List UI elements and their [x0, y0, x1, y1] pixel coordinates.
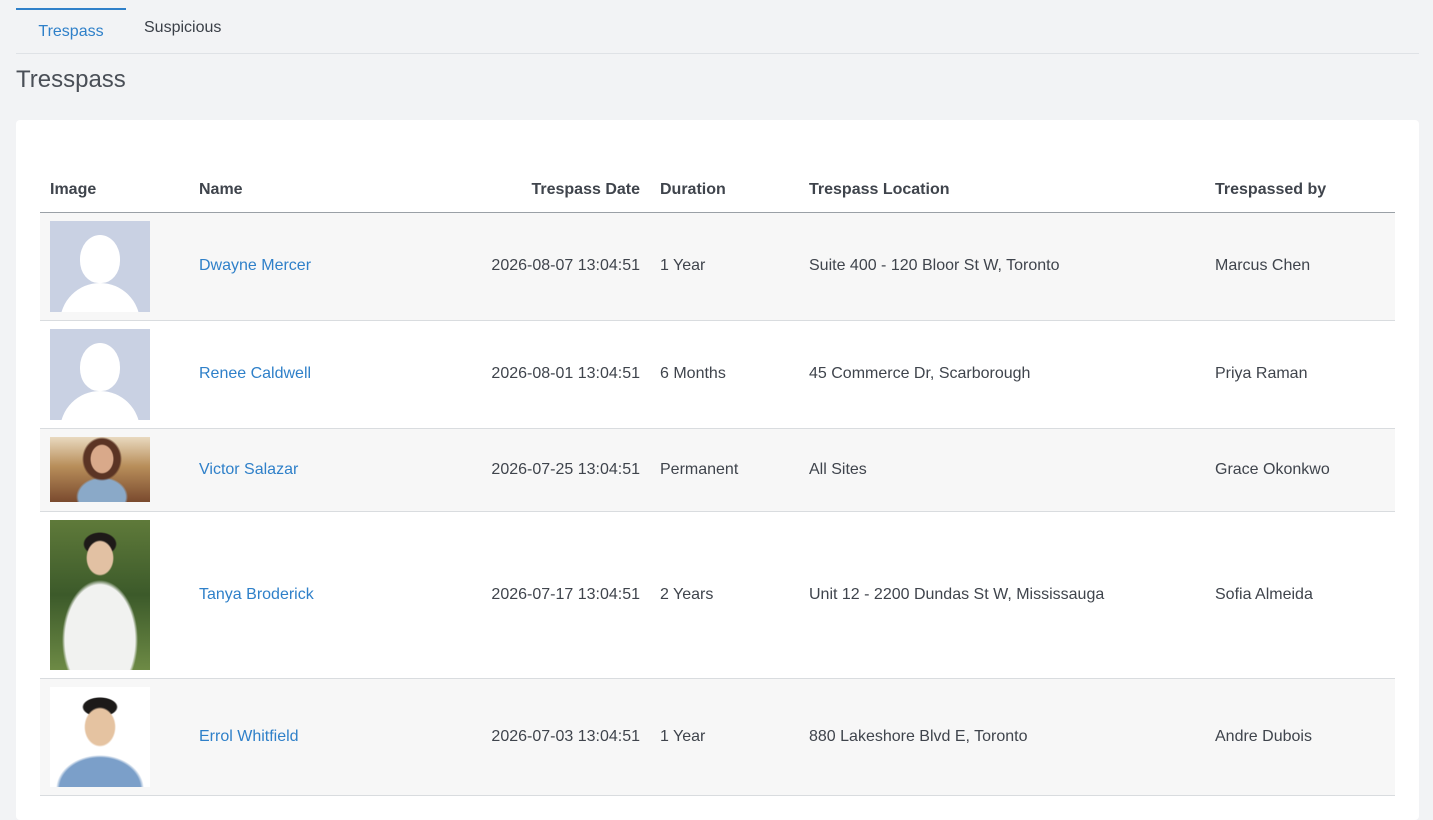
- name-cell: Renee Caldwell: [189, 320, 414, 429]
- placeholder-avatar-icon: [50, 220, 150, 312]
- location-cell: 880 Lakeshore Blvd E, Toronto: [799, 678, 1205, 796]
- tab-trespass[interactable]: Trespass: [16, 8, 126, 54]
- table-row: Dwayne Mercer 2026-08-07 13:04:51 1 Year…: [40, 212, 1395, 321]
- table-row: Tanya Broderick 2026-07-17 13:04:51 2 Ye…: [40, 511, 1395, 679]
- trespassed-by-cell: Sofia Almeida: [1205, 511, 1395, 679]
- column-header-trespass-location: Trespass Location: [799, 168, 1205, 213]
- duration-cell: 1 Year: [650, 212, 799, 321]
- name-cell: Errol Whitfield: [189, 678, 414, 796]
- location-cell: All Sites: [799, 428, 1205, 512]
- table-row: Victor Salazar 2026-07-25 13:04:51 Perma…: [40, 428, 1395, 512]
- duration-cell: 6 Months: [650, 320, 799, 429]
- name-cell: Dwayne Mercer: [189, 212, 414, 321]
- person-photo: [50, 686, 150, 787]
- location-cell: 45 Commerce Dr, Scarborough: [799, 320, 1205, 429]
- location-cell: Suite 400 - 120 Bloor St W, Toronto: [799, 212, 1205, 321]
- table-row: Renee Caldwell 2026-08-01 13:04:51 6 Mon…: [40, 320, 1395, 429]
- trespassed-by-cell: Marcus Chen: [1205, 212, 1395, 321]
- image-cell: [40, 678, 189, 796]
- person-name-link[interactable]: Dwayne Mercer: [199, 257, 311, 274]
- person-name-link[interactable]: Errol Whitfield: [199, 728, 299, 745]
- person-name-link[interactable]: Renee Caldwell: [199, 365, 311, 382]
- tab-bar: Trespass Suspicious: [16, 0, 1419, 54]
- name-cell: Tanya Broderick: [189, 511, 414, 679]
- image-cell: [40, 320, 189, 429]
- column-header-name: Name: [189, 168, 414, 213]
- column-header-trespass-date: Trespass Date: [414, 168, 650, 213]
- column-header-duration: Duration: [650, 168, 799, 213]
- trespass-date-cell: 2026-07-17 13:04:51: [414, 511, 650, 679]
- person-name-link[interactable]: Tanya Broderick: [199, 586, 314, 603]
- duration-cell: Permanent: [650, 428, 799, 512]
- trespass-table: Image Name Trespass Date Duration Trespa…: [40, 168, 1395, 796]
- page-title: Tresspass: [16, 66, 126, 93]
- table-header-row: Image Name Trespass Date Duration Trespa…: [40, 168, 1395, 213]
- trespassed-by-cell: Andre Dubois: [1205, 678, 1395, 796]
- person-name-link[interactable]: Victor Salazar: [199, 461, 298, 478]
- column-header-trespassed-by: Trespassed by: [1205, 168, 1395, 213]
- location-cell: Unit 12 - 2200 Dundas St W, Mississauga: [799, 511, 1205, 679]
- trespass-table-card: Image Name Trespass Date Duration Trespa…: [16, 120, 1419, 820]
- placeholder-avatar-icon: [50, 328, 150, 420]
- trespass-date-cell: 2026-08-07 13:04:51: [414, 212, 650, 321]
- trespass-date-cell: 2026-07-03 13:04:51: [414, 678, 650, 796]
- name-cell: Victor Salazar: [189, 428, 414, 512]
- trespass-date-cell: 2026-07-25 13:04:51: [414, 428, 650, 512]
- person-photo: [50, 437, 150, 502]
- trespassed-by-cell: Priya Raman: [1205, 320, 1395, 429]
- duration-cell: 1 Year: [650, 678, 799, 796]
- column-header-image: Image: [40, 168, 189, 213]
- person-photo: [50, 519, 150, 670]
- trespass-date-cell: 2026-08-01 13:04:51: [414, 320, 650, 429]
- image-cell: [40, 511, 189, 679]
- trespassed-by-cell: Grace Okonkwo: [1205, 428, 1395, 512]
- table-row: Errol Whitfield 2026-07-03 13:04:51 1 Ye…: [40, 678, 1395, 796]
- image-cell: [40, 212, 189, 321]
- tab-suspicious[interactable]: Suspicious: [144, 6, 234, 52]
- image-cell: [40, 428, 189, 512]
- duration-cell: 2 Years: [650, 511, 799, 679]
